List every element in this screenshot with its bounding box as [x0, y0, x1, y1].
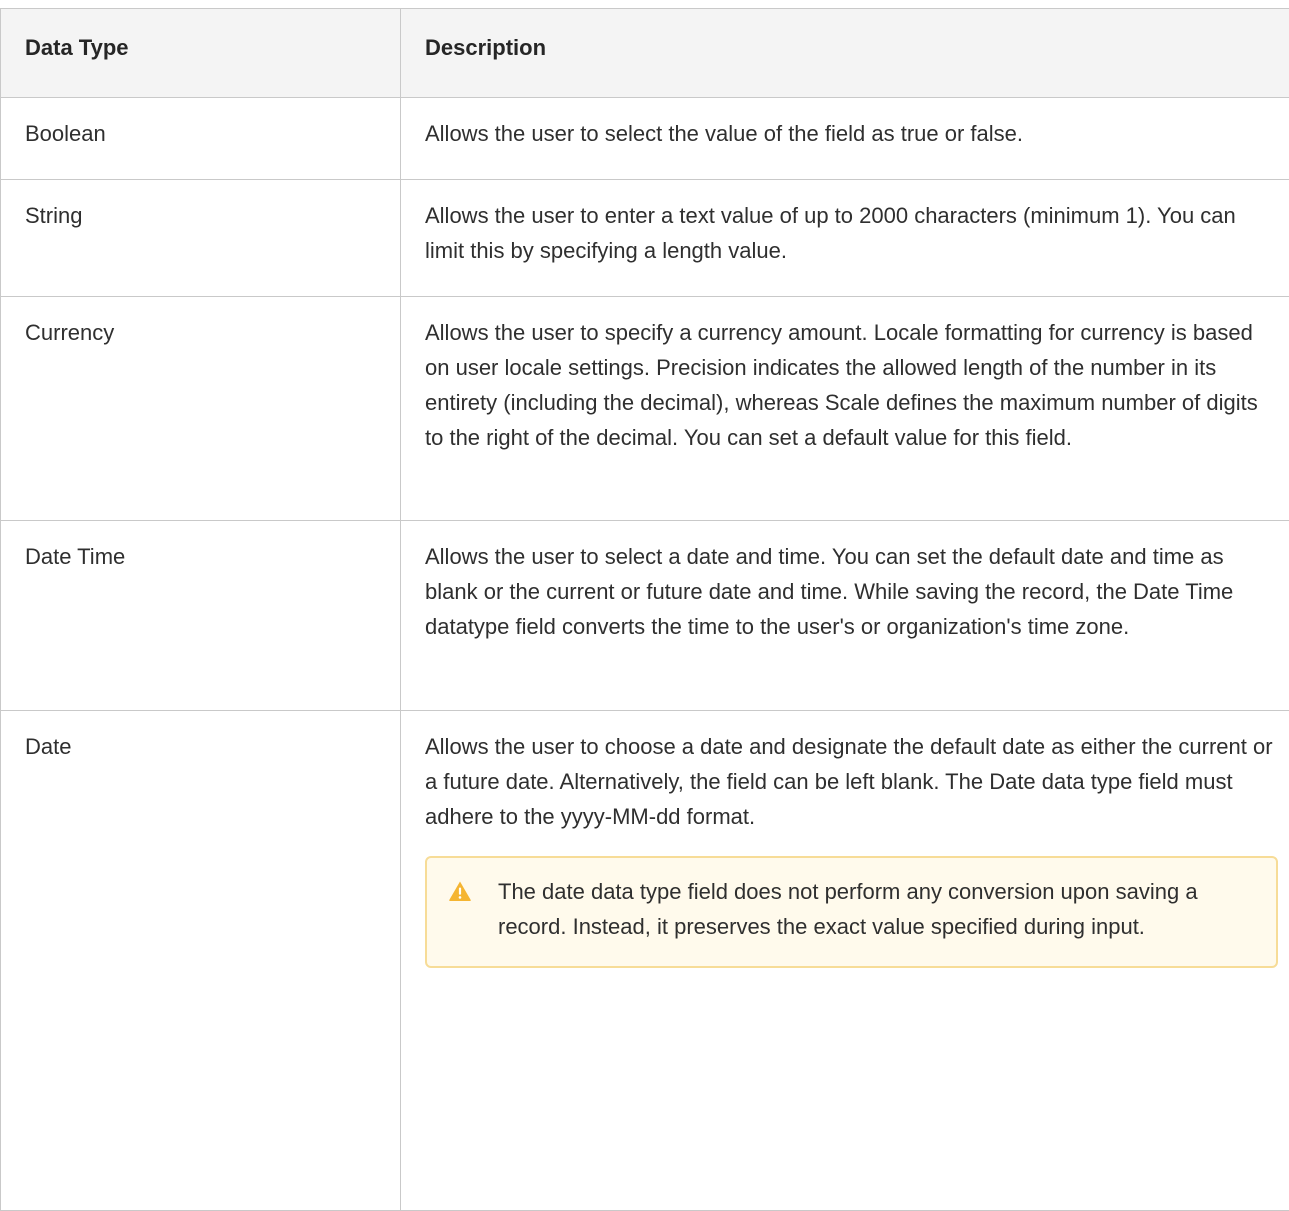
header-description: Description — [401, 9, 1289, 98]
description-cell: Allows the user to specify a currency am… — [401, 297, 1289, 521]
table-row: String Allows the user to enter a text v… — [1, 180, 1289, 297]
warning-note: The date data type field does not perfor… — [425, 856, 1278, 968]
data-type-cell: Date — [1, 711, 401, 1211]
description-cell: Allows the user to select the value of t… — [401, 98, 1289, 180]
description-text: Allows the user to choose a date and des… — [425, 729, 1278, 834]
data-type-cell: Currency — [1, 297, 401, 521]
warning-icon — [448, 878, 472, 902]
data-type-cell: Boolean — [1, 98, 401, 180]
table-row: Boolean Allows the user to select the va… — [1, 98, 1289, 180]
data-types-table: Data Type Description Boolean Allows the… — [0, 8, 1289, 1211]
table-header: Data Type Description — [1, 9, 1289, 98]
description-cell: Allows the user to select a date and tim… — [401, 521, 1289, 711]
header-data-type: Data Type — [1, 9, 401, 98]
table-row: Date Allows the user to choose a date an… — [1, 711, 1289, 1211]
table-row: Currency Allows the user to specify a cu… — [1, 297, 1289, 521]
description-cell: Allows the user to enter a text value of… — [401, 180, 1289, 297]
table-body: Boolean Allows the user to select the va… — [1, 98, 1289, 1211]
data-type-cell: Date Time — [1, 521, 401, 711]
description-cell: Allows the user to choose a date and des… — [401, 711, 1289, 1211]
header-row: Data Type Description — [1, 9, 1289, 98]
data-type-cell: String — [1, 180, 401, 297]
table-row: Date Time Allows the user to select a da… — [1, 521, 1289, 711]
warning-text: The date data type field does not perfor… — [498, 874, 1252, 944]
